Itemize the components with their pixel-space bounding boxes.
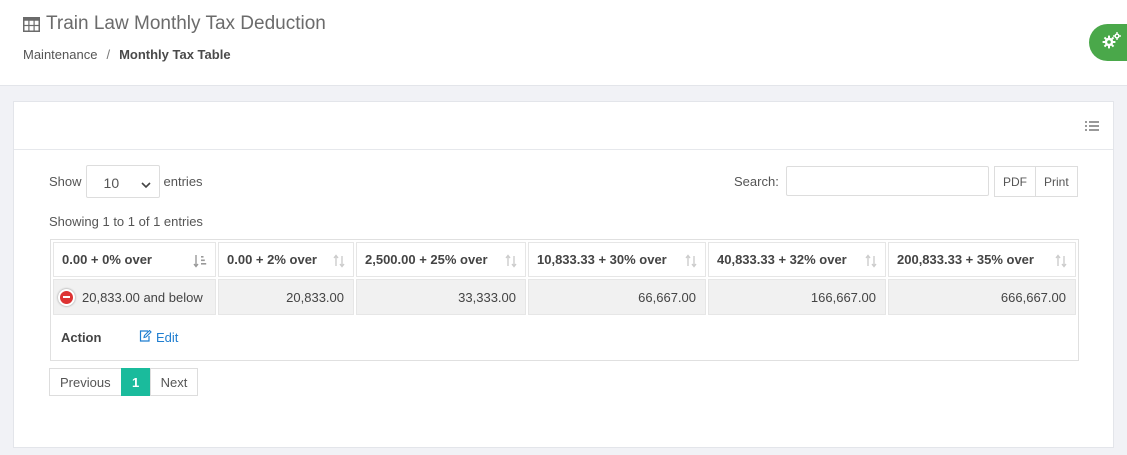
sort-ascending-icon [193, 254, 207, 271]
entries-length-control: Show 10 entries [49, 165, 203, 198]
length-label-after: entries [163, 174, 203, 189]
column-header[interactable]: 200,833.33 + 35% over [888, 242, 1076, 277]
breadcrumb: Maintenance / Monthly Tax Table [23, 47, 231, 62]
tax-table: 0.00 + 0% over 0.00 + 2% over 2,500.00 +… [50, 239, 1079, 361]
column-header[interactable]: 0.00 + 0% over [53, 242, 216, 277]
column-header[interactable]: 0.00 + 2% over [218, 242, 354, 277]
list-icon[interactable] [1085, 119, 1099, 137]
page-title: Train Law Monthly Tax Deduction [23, 13, 326, 35]
column-header[interactable]: 10,833.33 + 30% over [528, 242, 706, 277]
cogs-icon [1102, 31, 1122, 54]
page-1-button[interactable]: 1 [120, 368, 151, 396]
card-header [14, 102, 1113, 150]
table-cell: 20,833.00 [218, 279, 354, 315]
export-buttons: PDF Print [994, 166, 1078, 197]
table-cell: 20,833.00 and below [53, 279, 216, 315]
entries-per-page-select[interactable]: 10 [85, 165, 160, 198]
table-info: Showing 1 to 1 of 1 entries [49, 214, 203, 229]
content-card: Show 10 entries Search: PDF Print Showin… [13, 101, 1114, 448]
sort-icon [505, 254, 517, 271]
action-label: Action [61, 329, 102, 345]
sort-icon [685, 254, 697, 271]
breadcrumb-separator: / [106, 47, 111, 62]
table-cell: 66,667.00 [528, 279, 706, 315]
page-header: Train Law Monthly Tax Deduction Maintena… [0, 0, 1127, 86]
table-icon [23, 16, 40, 32]
page-title-text: Train Law Monthly Tax Deduction [46, 13, 326, 34]
length-label-before: Show [49, 174, 82, 189]
collapse-row-icon[interactable] [58, 288, 75, 306]
previous-page-button[interactable]: Previous [49, 368, 122, 396]
next-page-button[interactable]: Next [149, 368, 199, 396]
chevron-down-icon [140, 176, 151, 192]
sort-icon [865, 254, 877, 271]
table-header-row: 0.00 + 0% over 0.00 + 2% over 2,500.00 +… [53, 242, 1078, 277]
pagination: Previous 1 Next [49, 368, 199, 396]
breadcrumb-parent-link[interactable]: Maintenance [23, 47, 97, 62]
table-cell: 666,667.00 [888, 279, 1076, 315]
sort-icon [333, 254, 345, 271]
column-header[interactable]: 40,833.33 + 32% over [708, 242, 886, 277]
column-header[interactable]: 2,500.00 + 25% over [356, 242, 526, 277]
settings-toggle-button[interactable] [1089, 24, 1127, 61]
entries-per-page-value: 10 [103, 175, 120, 191]
print-button[interactable]: Print [1035, 166, 1078, 197]
pdf-button[interactable]: PDF [994, 166, 1036, 197]
search-control: Search: [734, 166, 989, 196]
sort-icon [1055, 254, 1067, 271]
row-details: Action Edit [53, 318, 1076, 356]
search-input[interactable] [785, 166, 989, 196]
table-cell: 33,333.00 [356, 279, 526, 315]
breadcrumb-current: Monthly Tax Table [119, 47, 231, 62]
table-cell: 166,667.00 [708, 279, 886, 315]
edit-link[interactable]: Edit [139, 329, 178, 345]
edit-icon [139, 329, 152, 345]
table-row: 20,833.00 and below 20,833.00 33,333.00 … [53, 279, 1078, 315]
search-label: Search: [734, 173, 779, 189]
